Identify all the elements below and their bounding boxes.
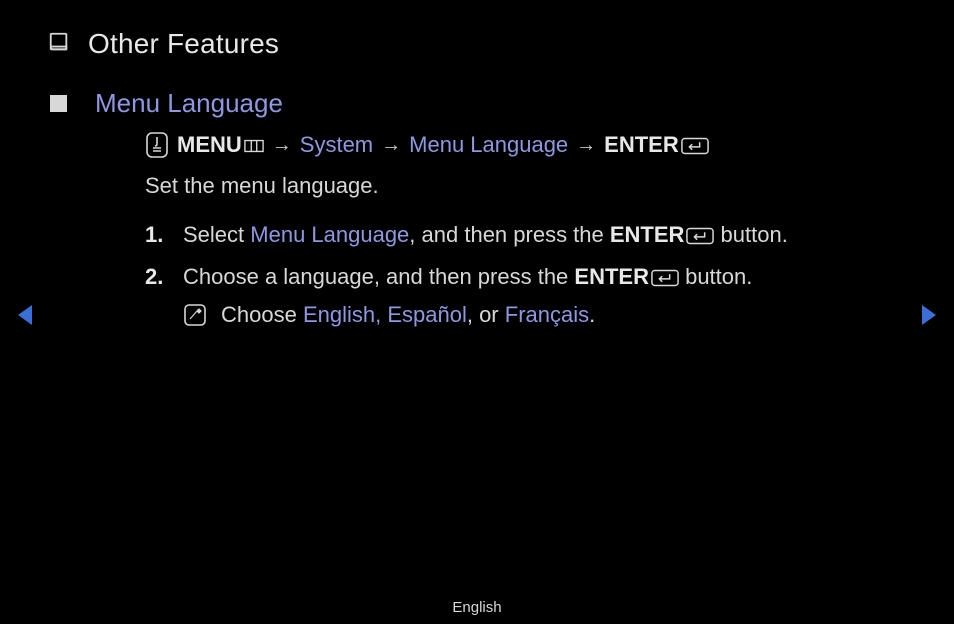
menu-label: MENU	[177, 132, 242, 157]
remote-icon	[145, 131, 169, 159]
enter-icon	[649, 264, 679, 289]
enter-label: ENTER	[574, 264, 649, 289]
nav-prev-button[interactable]	[16, 304, 34, 326]
note-text: .	[589, 302, 595, 327]
nav-next-button[interactable]	[920, 304, 938, 326]
step-text: button.	[714, 222, 787, 247]
step-item: 1. Select Menu Language, and then press …	[145, 209, 954, 251]
step-item: 2. Choose a language, and then press the…	[145, 251, 954, 331]
step-number: 1.	[145, 219, 165, 251]
step-text: Choose a language, and then press the	[183, 264, 574, 289]
enter-label: ENTER	[610, 222, 685, 247]
footer-language: English	[0, 599, 954, 616]
breadcrumb-system: System	[300, 132, 373, 158]
note-text: , or	[467, 302, 505, 327]
enter-label: ENTER	[604, 132, 679, 157]
section-description: Set the menu language.	[50, 159, 954, 199]
arrow-icon: →	[381, 134, 401, 157]
note-text: Choose	[221, 302, 303, 327]
arrow-icon: →	[272, 134, 292, 157]
page-title: Other Features	[88, 28, 279, 60]
enter-icon	[679, 132, 709, 157]
note-lang-last: Français	[505, 302, 589, 327]
section-title: Menu Language	[95, 88, 283, 119]
step-text: , and then press the	[409, 222, 610, 247]
arrow-icon: →	[576, 134, 596, 157]
step-text: button.	[679, 264, 752, 289]
note-langs: English, Español	[303, 302, 467, 327]
breadcrumb-menu-language: Menu Language	[409, 132, 568, 158]
book-icon	[48, 31, 70, 58]
step-text: Select	[183, 222, 250, 247]
breadcrumb: MENU → System → Menu Language → ENTER	[50, 119, 954, 159]
step-link: Menu Language	[250, 222, 409, 247]
step-number: 2.	[145, 261, 165, 331]
menu-grid-icon	[242, 132, 264, 157]
note-icon	[183, 303, 207, 327]
enter-icon	[684, 222, 714, 247]
square-bullet-icon	[50, 95, 67, 112]
